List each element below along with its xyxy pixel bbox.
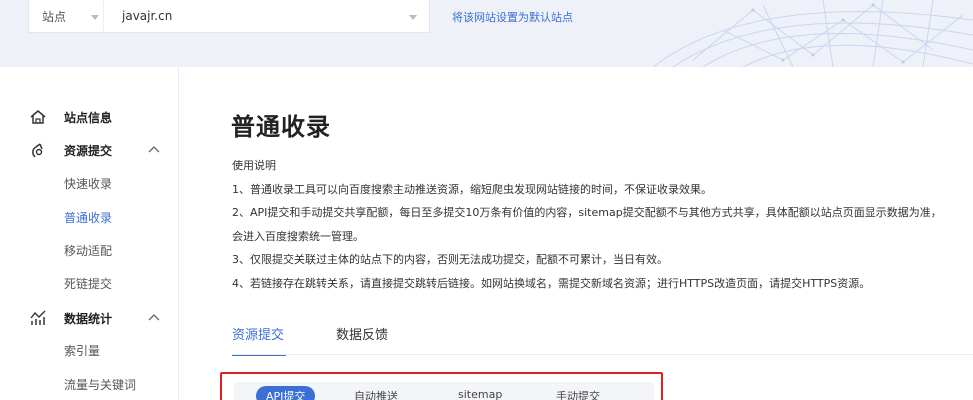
usage-line: 会进入百度搜索统一管理。: [232, 229, 364, 243]
usage-line: 3、仅限提交关联过主体的站点下的内容，否则无法成功提交，配额不可累计，当日有效。: [232, 253, 668, 266]
tab-data-feedback[interactable]: 数据反馈: [336, 324, 388, 343]
sidebar-group-resource-submit[interactable]: 资源提交: [0, 140, 179, 160]
home-icon: [30, 110, 46, 124]
globe-decoration-icon: [652, 0, 973, 67]
tab-resource-submit[interactable]: 资源提交: [232, 324, 287, 356]
site-selector[interactable]: 站点 javajr.cn: [28, 0, 430, 33]
chevron-up-icon[interactable]: [148, 312, 160, 322]
caret-down-icon: [409, 15, 417, 20]
sidebar-nav: 站点信息 资源提交 快速收录 普通收录 移动适配 死链提交 数据统计 索引量 流…: [0, 67, 179, 400]
chevron-up-icon[interactable]: [148, 144, 160, 154]
usage-line: 4、若链接存在跳转关系，请直接提交跳转后链接。如网站换域名，需提交新域名资源；进…: [232, 276, 871, 290]
top-bar: 站点 javajr.cn 将该网站设置为默认站点: [0, 0, 973, 67]
usage-title: 使用说明: [232, 159, 276, 172]
sidebar-item-traffic-keywords[interactable]: 流量与关键词: [64, 376, 136, 393]
usage-line: 1、普通收录工具可以向百度搜索主动推送资源，缩短爬虫发现网站链接的时间，不保证收…: [232, 182, 712, 196]
site-type-dropdown[interactable]: 站点: [29, 0, 104, 32]
site-domain-text: javajr.cn: [122, 9, 173, 23]
page-title: 普通收录: [231, 113, 331, 141]
tab-divider: [232, 354, 973, 355]
submit-method-tabs: API提交 自动推送 sitemap 手动提交: [234, 382, 654, 400]
subtab-auto-push[interactable]: 自动推送: [354, 388, 398, 400]
usage-instructions: 使用说明 1、普通收录工具可以向百度搜索主动推送资源，缩短爬虫发现网站链接的时间…: [232, 154, 973, 295]
sidebar-group-label: 站点信息: [64, 110, 113, 125]
sidebar-item-dead-link[interactable]: 死链提交: [64, 275, 112, 292]
sidebar-item-index-count[interactable]: 索引量: [64, 342, 100, 359]
sidebar-group-data-stats[interactable]: 数据统计: [0, 308, 179, 328]
sidebar-group-site-info[interactable]: 站点信息: [0, 107, 179, 127]
sidebar-group-label: 资源提交: [64, 143, 113, 158]
stats-icon: [30, 310, 46, 325]
site-label-text: 站点: [42, 9, 67, 24]
site-domain-dropdown[interactable]: javajr.cn: [104, 0, 429, 32]
set-default-site-link[interactable]: 将该网站设置为默认站点: [452, 9, 573, 25]
sidebar-item-fast-index[interactable]: 快速收录: [64, 175, 112, 192]
subtab-api-submit[interactable]: API提交: [256, 386, 316, 400]
sidebar-group-label: 数据统计: [64, 311, 113, 326]
sidebar-item-mobile-adapt[interactable]: 移动适配: [64, 242, 112, 259]
submit-icon: [32, 143, 43, 158]
sidebar-item-normal-index[interactable]: 普通收录: [64, 209, 112, 226]
highlight-box: API提交 自动推送 sitemap 手动提交: [220, 372, 663, 400]
main-content: 普通收录 使用说明 1、普通收录工具可以向百度搜索主动推送资源，缩短爬虫发现网站…: [180, 67, 973, 400]
subtab-sitemap[interactable]: sitemap: [458, 388, 502, 400]
caret-down-icon: [91, 15, 99, 20]
usage-line: 2、API提交和手动提交共享配额，每日至多提交10万条有价值的内容，sitema…: [232, 206, 942, 219]
subtab-manual-submit[interactable]: 手动提交: [556, 388, 600, 400]
